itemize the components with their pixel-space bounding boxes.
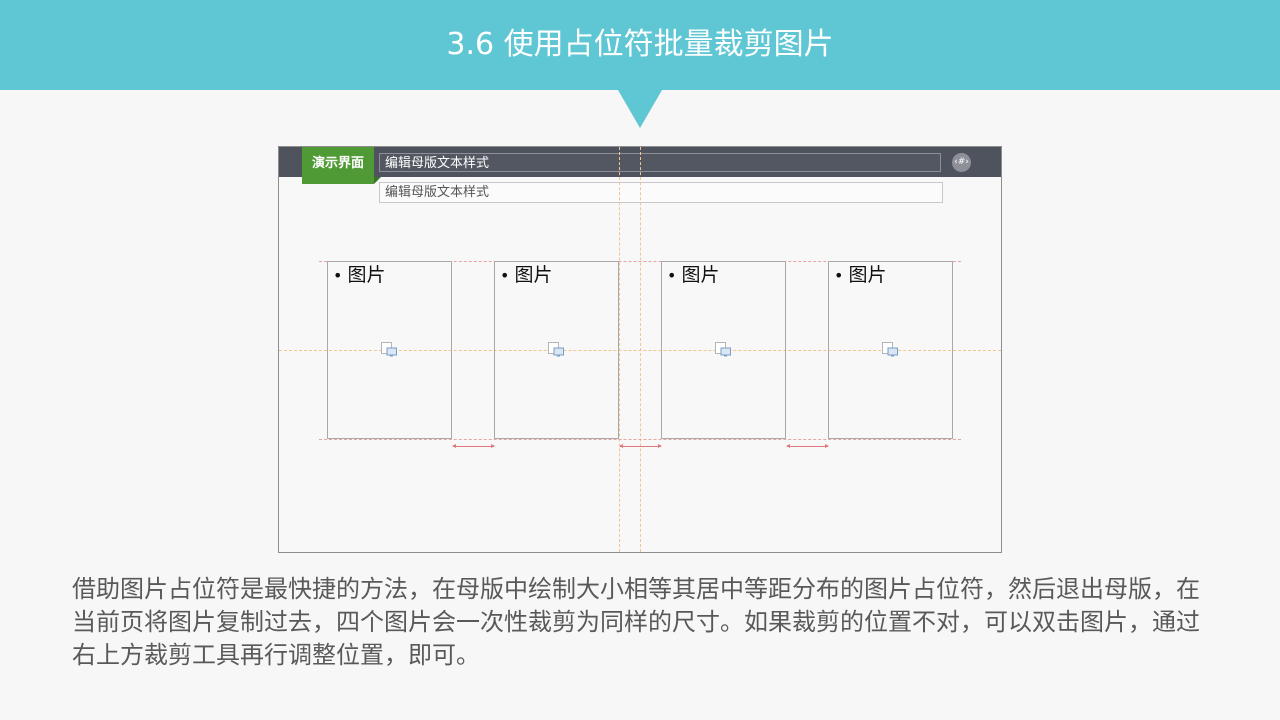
slide-header: 3.6 使用占位符批量裁剪图片 <box>0 0 1280 90</box>
page-number-badge: ‹#› <box>952 153 971 172</box>
master-subtitle-placeholder[interactable]: 编辑母版文本样式 <box>379 182 943 203</box>
demo-screenshot: 演示界面 编辑母版文本样式 编辑母版文本样式 ‹#› 图片 图片 图片 图片 <box>278 146 1002 553</box>
picture-placeholder-icon <box>381 342 397 357</box>
spacing-indicator <box>619 444 662 450</box>
picture-placeholder-icon <box>715 342 731 357</box>
header-pointer-arrow <box>618 90 662 128</box>
picture-placeholder[interactable]: 图片 <box>327 261 452 439</box>
picture-placeholder[interactable]: 图片 <box>494 261 619 439</box>
picture-placeholder-icon <box>882 342 898 357</box>
placeholder-label: 图片 <box>500 262 553 289</box>
master-title-placeholder[interactable]: 编辑母版文本样式 <box>379 153 941 172</box>
picture-placeholder[interactable]: 图片 <box>828 261 953 439</box>
picture-placeholder[interactable]: 图片 <box>661 261 786 439</box>
demo-tag: 演示界面 <box>302 147 374 184</box>
spacing-indicator <box>786 444 829 450</box>
description-text: 借助图片占位符是最快捷的方法，在母版中绘制大小相等其居中等距分布的图片占位符，然… <box>72 575 1200 669</box>
placeholder-label: 图片 <box>667 262 720 289</box>
placeholder-label: 图片 <box>333 262 386 289</box>
bottom-align-guide <box>319 439 961 440</box>
slide-title: 3.6 使用占位符批量裁剪图片 <box>446 27 834 62</box>
spacing-indicator <box>452 444 495 450</box>
placeholder-label: 图片 <box>834 262 887 289</box>
picture-placeholder-icon <box>548 342 564 357</box>
